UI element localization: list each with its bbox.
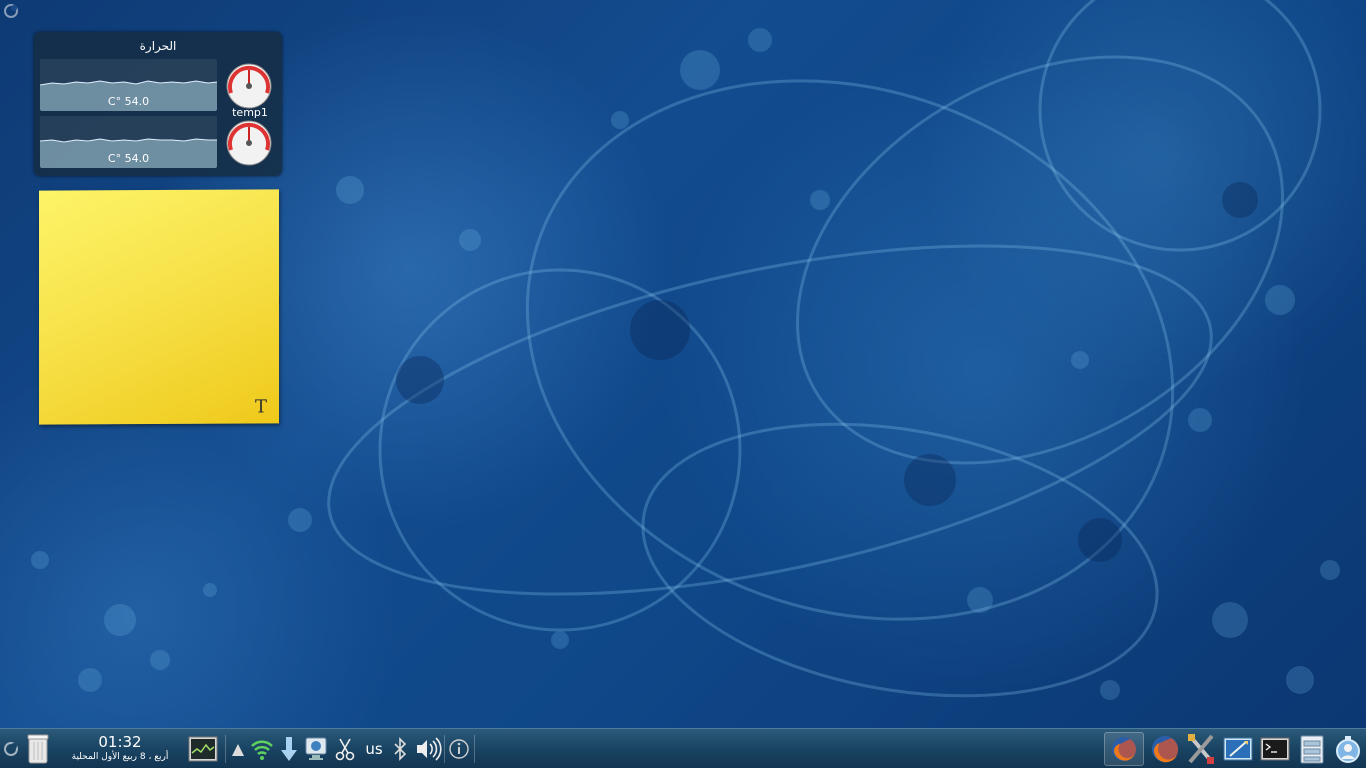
temperature-plot: C° 54.0	[40, 116, 217, 168]
sensor-row: C° 54.0	[40, 116, 276, 168]
wifi-icon[interactable]	[250, 729, 274, 768]
gauge-icon	[226, 63, 272, 109]
terminal-icon[interactable]	[1259, 729, 1291, 768]
text-format-icon[interactable]: T	[255, 396, 267, 417]
temperature-reading: C° 54.0	[107, 152, 150, 165]
temperature-reading: C° 54.0	[107, 95, 150, 108]
kickoff-menu-icon[interactable]	[2, 729, 18, 768]
volume-icon[interactable]	[414, 729, 442, 768]
file-manager-icon[interactable]	[1296, 729, 1328, 768]
panel-separator	[444, 735, 445, 763]
bottom-panel: 01:32 أربع ، 8 ربيع الأول المحلية us	[0, 728, 1366, 768]
show-hidden-icons-arrow-icon[interactable]	[230, 729, 246, 768]
temperature-plot: C° 54.0	[40, 59, 217, 111]
text-editor-icon[interactable]	[1222, 729, 1254, 768]
keyboard-layout-indicator[interactable]: us	[360, 729, 388, 768]
firefox-icon[interactable]	[1148, 729, 1182, 768]
system-settings-icon[interactable]	[1185, 729, 1217, 768]
desktop-toolbox-icon[interactable]	[3, 3, 19, 19]
system-monitor-icon[interactable]	[188, 729, 218, 768]
notifications-info-icon[interactable]	[447, 729, 471, 768]
clock-date: أربع ، 8 ربيع الأول المحلية	[71, 752, 169, 762]
scissors-icon[interactable]	[334, 729, 356, 768]
download-icon[interactable]	[278, 729, 300, 768]
bluetooth-icon[interactable]	[391, 729, 409, 768]
firefox-icon	[1112, 737, 1136, 761]
keyboard-layout-label: us	[365, 740, 383, 758]
sensor-row: C° 54.0 temp1	[40, 59, 276, 119]
clock-time: 01:32	[98, 733, 142, 751]
panel-separator	[474, 735, 475, 763]
trash-icon[interactable]	[24, 729, 52, 768]
user-icon[interactable]	[1333, 729, 1363, 768]
gauge-icon	[226, 120, 272, 166]
network-display-icon[interactable]	[303, 729, 329, 768]
digital-clock[interactable]: 01:32 أربع ، 8 ربيع الأول المحلية	[60, 733, 180, 763]
panel-separator	[225, 735, 226, 763]
temperature-widget[interactable]: الحرارة C° 54.0 temp1 C° 54.0	[34, 32, 282, 176]
widget-title: الحرارة	[139, 39, 177, 53]
sticky-note[interactable]: T	[39, 189, 279, 425]
